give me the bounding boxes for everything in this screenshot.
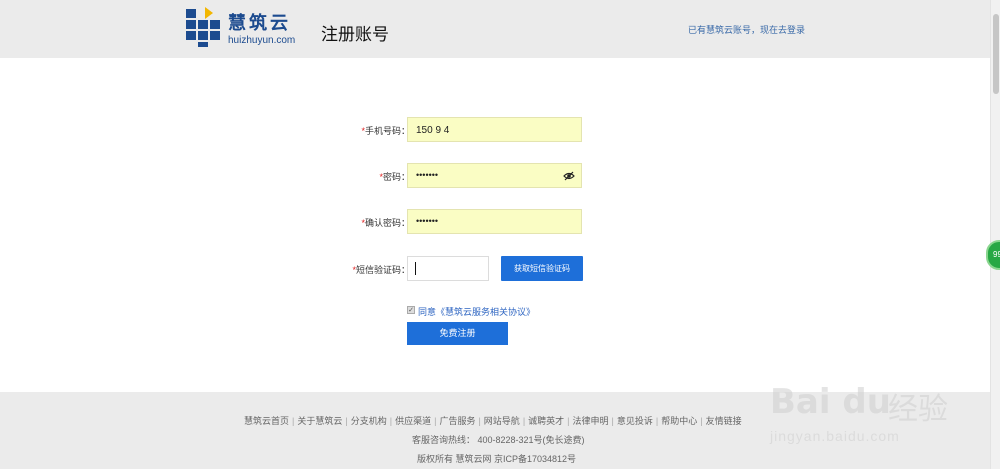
vertical-scrollbar[interactable] [990,0,1000,469]
footer-link[interactable]: 帮助中心 [661,416,697,426]
side-float-badge[interactable]: 99 [986,240,1000,270]
password-value: ••••••• [416,170,439,180]
footer-separator: | [522,416,526,426]
logo-text: 慧筑云 [228,13,291,33]
password-input[interactable]: ••••••• [407,163,582,188]
watermark-cn: 经验 [888,393,948,426]
sms-code-input[interactable] [407,256,489,281]
text-caret [415,262,416,275]
page-header: 慧筑云 huizhuyun.com 注册账号 已有慧筑云账号，现在去登录 [0,0,990,58]
footer-link[interactable]: 网站导航 [484,416,520,426]
confirm-password-label: *确认密码： [361,218,410,228]
watermark-logo: Bai du [770,382,891,422]
footer-link[interactable]: 诚聘英才 [528,416,564,426]
register-button[interactable]: 免费注册 [407,322,508,345]
footer-separator: | [389,416,393,426]
sms-row: *短信验证码： 获取短信验证码 [300,256,620,282]
phone-input[interactable]: 150 9 4 [407,117,582,142]
footer-link[interactable]: 分支机构 [351,416,387,426]
watermark-url: jingyan.baidu.com [770,428,900,444]
footer-separator: | [655,416,659,426]
footer-separator: | [434,416,437,426]
footer-link[interactable]: 供应渠道 [395,416,431,426]
get-sms-code-button[interactable]: 获取短信验证码 [501,256,583,281]
footer-separator: | [567,416,570,426]
eye-hidden-icon[interactable] [563,170,575,182]
footer-separator: | [292,416,295,426]
logo-mark-icon [186,7,222,47]
footer-links: 慧筑云首页 | 关于慧筑云 | 分支机构 | 供应渠道 | 广告服务 | 网站导航 | 诚聘英才 | 法律申… [244,414,742,427]
footer-link[interactable]: 关于慧筑云 [297,416,342,426]
footer-separator: | [611,416,614,426]
sms-label: *短信验证码： [352,265,410,275]
agree-checkbox[interactable]: ✓ [407,306,415,314]
site-logo[interactable]: 慧筑云 huizhuyun.com [186,7,296,49]
confirm-password-input[interactable]: ••••••• [407,209,582,234]
footer-separator: | [478,416,481,426]
logo-domain: huizhuyun.com [228,35,296,46]
footer-link[interactable]: 友情链接 [706,416,742,426]
baidu-watermark: Bai du 经验 jingyan.baidu.com [770,372,970,462]
agreement-link[interactable]: 同意《慧筑云服务相关协议》 [418,305,535,318]
footer-link[interactable]: 法律申明 [573,416,609,426]
page-title: 注册账号 [321,25,389,44]
footer-separator: | [700,416,703,426]
login-link[interactable]: 已有慧筑云账号，现在去登录 [688,23,805,36]
password-row: *密码： ••••••• [300,163,620,189]
phone-label: *手机号码： [361,126,410,136]
footer-separator: | [345,416,348,426]
password-label: *密码： [379,172,410,182]
phone-row: *手机号码： 150 9 4 [300,117,620,143]
footer-copyright: 版权所有 慧筑云网 京ICP备17034812号 [417,454,577,464]
scroll-thumb[interactable] [993,14,999,94]
footer-link[interactable]: 慧筑云首页 [244,416,289,426]
confirm-password-row: *确认密码： ••••••• [300,209,620,235]
footer-hotline: 客服咨询热线： 400-8228-321号(免长途费) [412,435,585,445]
footer-link[interactable]: 意见投诉 [617,416,653,426]
footer-link[interactable]: 广告服务 [439,416,475,426]
logo-arrow-icon [205,7,213,19]
